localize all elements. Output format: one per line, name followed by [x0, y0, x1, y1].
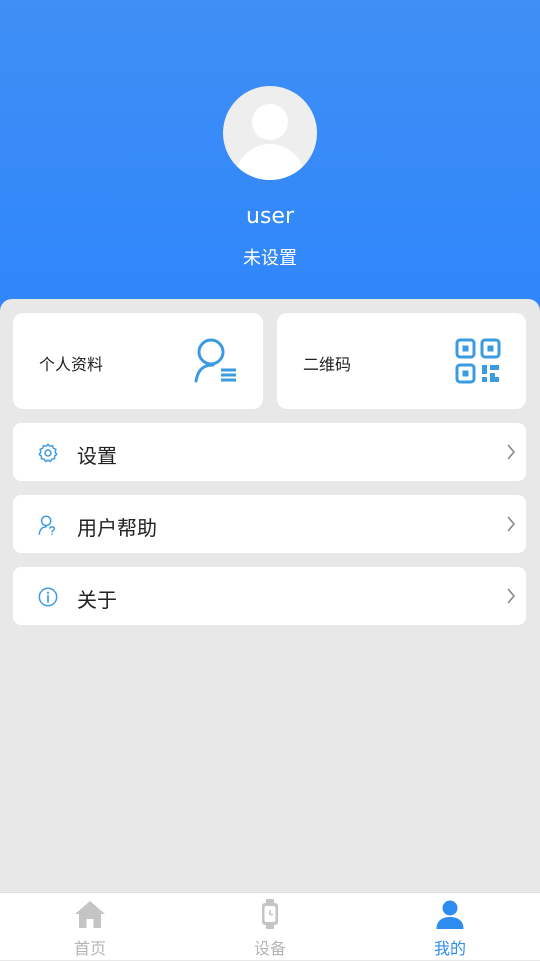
qr-code-icon: [455, 338, 501, 384]
chevron-right-icon: [507, 516, 516, 532]
chevron-right-icon: [507, 588, 516, 604]
qr-code-label: 二维码: [303, 355, 352, 374]
settings-row[interactable]: 设置: [13, 423, 526, 481]
about-label: 关于: [77, 588, 117, 612]
avatar[interactable]: [223, 86, 317, 180]
profile-status: 未设置: [243, 248, 297, 269]
qr-code-card[interactable]: 二维码: [277, 313, 526, 409]
home-icon: [75, 901, 105, 928]
info-icon: [38, 587, 58, 607]
tab-mine[interactable]: 我的: [360, 893, 540, 961]
person-icon: [436, 900, 464, 929]
chevron-right-icon: [507, 444, 516, 460]
personal-info-card[interactable]: 个人资料: [13, 313, 263, 409]
profile-list-icon: [194, 338, 236, 383]
avatar-head-shape: [252, 104, 288, 140]
user-help-icon: [38, 515, 56, 535]
avatar-body-shape: [235, 144, 305, 180]
personal-info-label: 个人资料: [39, 355, 104, 374]
user-help-label: 用户帮助: [77, 516, 157, 540]
username: user: [246, 204, 294, 229]
tab-devices-label: 设备: [253, 939, 286, 958]
tab-home[interactable]: 首页: [0, 893, 180, 961]
tab-mine-label: 我的: [433, 939, 466, 958]
settings-label: 设置: [77, 444, 117, 468]
user-help-row[interactable]: 用户帮助: [13, 495, 526, 553]
watch-icon: [262, 899, 278, 929]
bottom-tab-bar: 首页 设备 我的: [0, 892, 540, 960]
main-content: 个人资料 二维码 设置 用户帮助 关于: [0, 299, 540, 892]
tab-home-label: 首页: [73, 939, 106, 958]
tab-devices[interactable]: 设备: [180, 893, 360, 961]
profile-header: user 未设置: [0, 0, 540, 320]
about-row[interactable]: 关于: [13, 567, 526, 625]
gear-icon: [38, 443, 58, 463]
